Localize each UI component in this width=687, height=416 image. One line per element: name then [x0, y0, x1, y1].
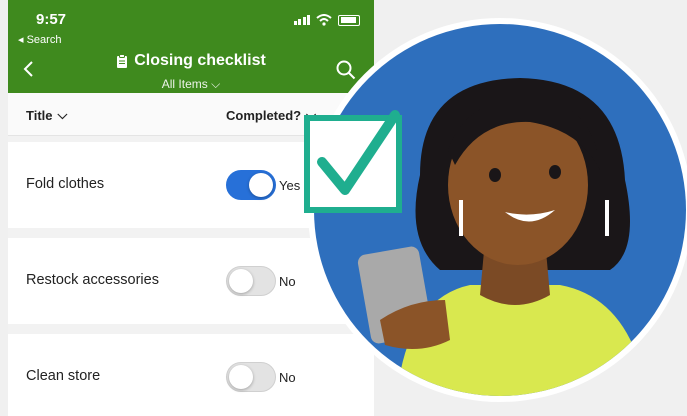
completed-toggle[interactable]	[226, 362, 276, 392]
title-column-header[interactable]: Title ⌵	[26, 107, 67, 123]
status-time: 9:57	[36, 11, 67, 28]
item-title: Clean store	[26, 368, 101, 384]
view-label: All Items	[161, 77, 208, 91]
list-item[interactable]: Clean store No	[8, 334, 374, 416]
completed-column-label: Completed?	[226, 107, 302, 123]
completed-toggle[interactable]	[226, 170, 276, 200]
signal-icon	[293, 15, 310, 25]
header-title-block[interactable]: Closing checklist All Items ⌵	[8, 52, 374, 92]
chevron-down-icon: ⌵	[211, 77, 221, 91]
app-header: 9:57 ◂ Search Closing checklist All Item…	[8, 0, 374, 93]
battery-icon	[338, 14, 360, 26]
item-title: Restock accessories	[26, 272, 159, 288]
chevron-down-icon: ⌵	[57, 107, 68, 122]
checkmark-icon	[304, 110, 402, 213]
item-title: Fold clothes	[26, 176, 105, 192]
title-column-label: Title	[26, 107, 53, 123]
search-icon[interactable]	[336, 60, 356, 80]
status-icons	[293, 14, 360, 26]
completed-value: Yes	[279, 178, 301, 193]
back-to-search-link[interactable]: ◂ Search	[18, 33, 61, 46]
completed-toggle[interactable]	[226, 266, 276, 296]
wifi-icon	[316, 14, 332, 26]
completed-value: No	[279, 274, 296, 289]
page-title: Closing checklist	[134, 52, 266, 69]
view-selector[interactable]: All Items ⌵	[8, 77, 374, 92]
completed-value: No	[279, 370, 296, 385]
clipboard-icon	[117, 54, 128, 68]
completed-column-header[interactable]: Completed? ⌵	[226, 107, 316, 123]
